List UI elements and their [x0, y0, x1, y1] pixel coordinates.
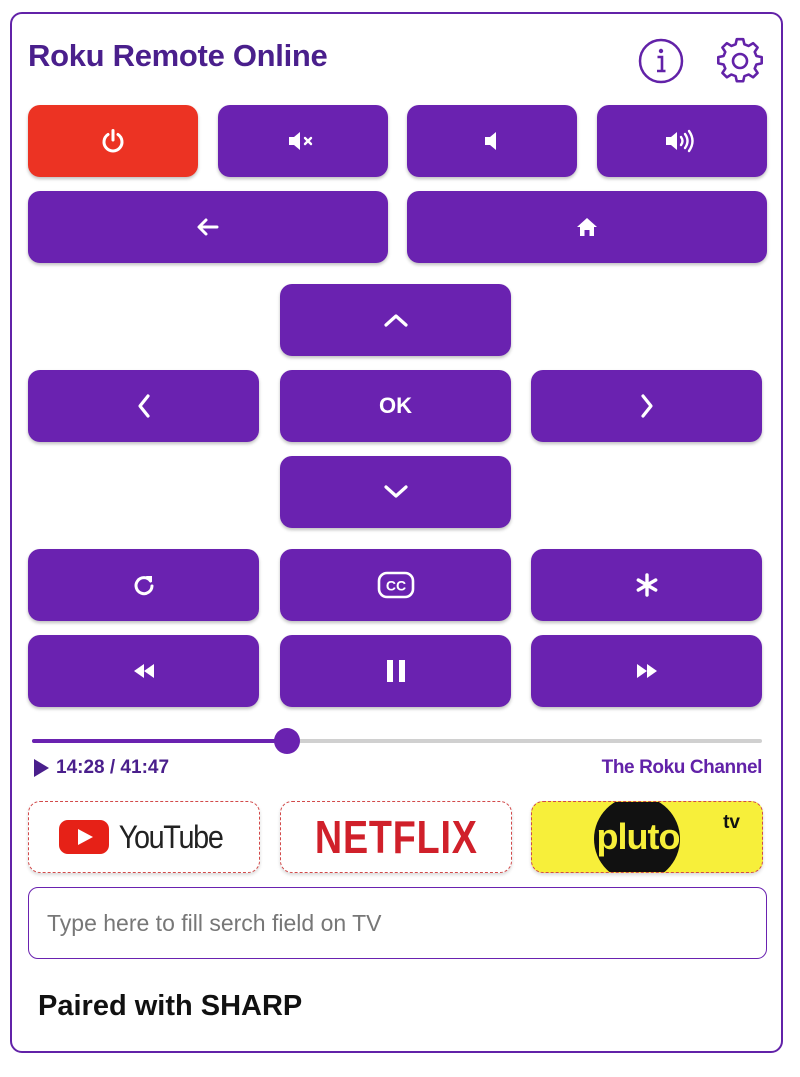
- ok-button[interactable]: OK: [280, 370, 511, 442]
- play-pause-button[interactable]: [280, 635, 511, 707]
- volume-mute-icon: [289, 132, 313, 150]
- playback-time: 14:28 / 41:47: [32, 757, 169, 779]
- right-button[interactable]: [531, 370, 762, 442]
- home-icon: [577, 218, 597, 236]
- power-icon: [102, 129, 124, 153]
- left-button[interactable]: [28, 370, 259, 442]
- info-icon[interactable]: [637, 37, 685, 85]
- volume-down-icon: [485, 132, 496, 150]
- progress-slider-handle[interactable]: [273, 728, 300, 754]
- chevron-down-icon: [383, 485, 408, 498]
- volume-up-button[interactable]: [597, 105, 767, 177]
- ok-label: OK: [379, 393, 412, 418]
- chevron-up-icon: [383, 314, 408, 327]
- current-channel: The Roku Channel: [601, 757, 763, 778]
- power-button[interactable]: [28, 105, 198, 177]
- pluto-tv-app-button[interactable]: pluto tv: [531, 801, 763, 873]
- chevron-right-icon: [640, 394, 653, 418]
- instant-replay-button[interactable]: [28, 549, 259, 621]
- pluto-tv-label: tv: [723, 812, 740, 833]
- fast-forward-button[interactable]: [531, 635, 762, 707]
- pluto-label: pluto: [596, 816, 681, 857]
- progress-bar[interactable]: [32, 728, 762, 754]
- paired-device-status: Paired with SHARP: [38, 990, 303, 1022]
- closed-caption-icon: CC: [377, 571, 414, 599]
- app-title: Roku Remote Online: [28, 38, 328, 73]
- home-button[interactable]: [407, 191, 767, 263]
- rewind-icon: [133, 664, 154, 678]
- volume-up-icon: [666, 129, 694, 153]
- time-readout: 14:28 / 41:47: [56, 757, 170, 778]
- pause-icon: [386, 660, 405, 682]
- netflix-label: NETFLIX: [314, 811, 478, 863]
- up-button[interactable]: [280, 284, 511, 356]
- back-button[interactable]: [28, 191, 388, 263]
- tv-search-input[interactable]: [28, 887, 767, 959]
- netflix-app-button[interactable]: NETFLIX: [280, 801, 512, 873]
- replay-icon: [134, 576, 153, 596]
- svg-text:CC: CC: [385, 578, 405, 594]
- mute-button[interactable]: [218, 105, 388, 177]
- progress-fill: [32, 739, 287, 743]
- closed-caption-button[interactable]: CC: [280, 549, 511, 621]
- youtube-label: YouTube: [119, 818, 224, 855]
- youtube-logo-icon: [59, 820, 110, 854]
- arrow-left-icon: [197, 218, 219, 236]
- chevron-left-icon: [137, 394, 150, 418]
- gear-icon[interactable]: [716, 37, 764, 85]
- options-button[interactable]: [531, 549, 762, 621]
- volume-down-button[interactable]: [407, 105, 577, 177]
- play-icon: [34, 759, 49, 777]
- down-button[interactable]: [280, 456, 511, 528]
- youtube-app-button[interactable]: YouTube: [28, 801, 260, 873]
- asterisk-icon: [636, 573, 657, 597]
- rewind-button[interactable]: [28, 635, 259, 707]
- fast-forward-icon: [636, 664, 657, 678]
